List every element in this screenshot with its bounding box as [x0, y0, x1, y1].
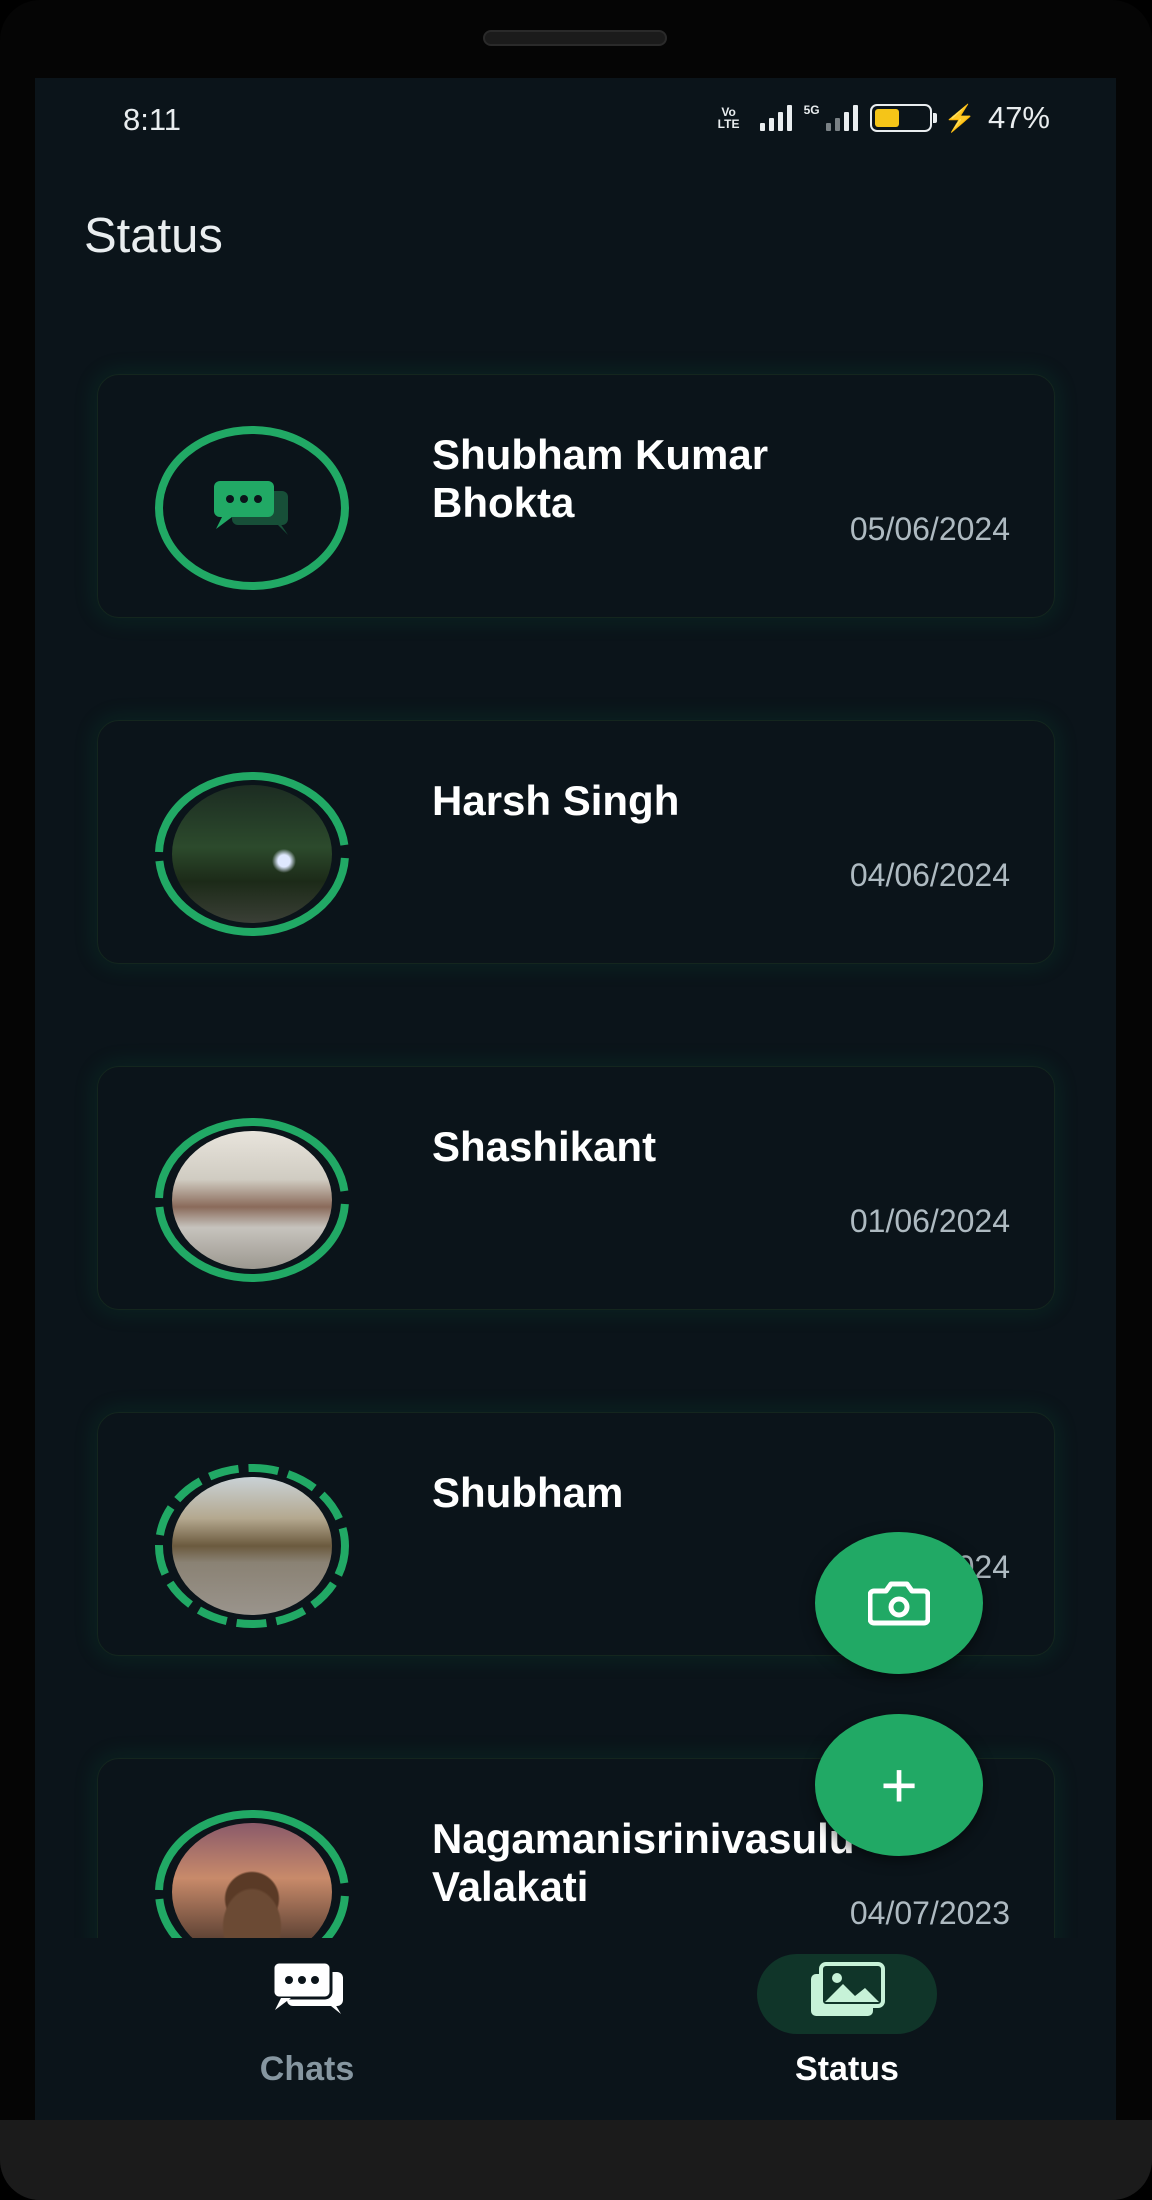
- status-icons: Vo LTE 5G ⚡ 47%: [710, 98, 1050, 138]
- status-thumbnail: [172, 1131, 332, 1269]
- nav-label: Status: [795, 2050, 899, 2088]
- volte-icon: Vo LTE: [717, 105, 740, 131]
- page-title: Status: [84, 209, 223, 263]
- camera-icon: [868, 1581, 930, 1626]
- charging-icon: ⚡: [943, 102, 976, 133]
- chat-bubbles-icon: [214, 481, 288, 535]
- bottom-navigation: Chats Status: [35, 1938, 1116, 2120]
- contact-name: Harsh Singh: [432, 777, 680, 824]
- status-thumbnail: [172, 785, 332, 923]
- status-ring: [154, 1117, 350, 1283]
- add-status-button[interactable]: +: [815, 1714, 983, 1856]
- clock: 8:11: [123, 102, 182, 137]
- camera-button[interactable]: [815, 1532, 983, 1674]
- app-screen: 8:11 Vo LTE 5G ⚡ 47% Status Shubham Kuma…: [35, 78, 1116, 2120]
- earpiece-speaker: [483, 30, 667, 46]
- status-card[interactable]: Shubham Kumar Bhokta 05/06/2024: [97, 374, 1055, 618]
- status-thumbnail: [172, 1477, 332, 1615]
- status-date: 04/07/2023: [849, 1895, 1010, 1931]
- contact-name: Shubham Kumar Bhokta: [432, 431, 769, 526]
- nav-item-chats[interactable]: Chats: [187, 1938, 427, 2120]
- contact-name: Shashikant: [432, 1123, 657, 1170]
- plus-icon: +: [880, 1749, 918, 1821]
- status-ring: [154, 425, 350, 591]
- battery-icon: [869, 104, 937, 132]
- battery-percent: 47%: [987, 100, 1050, 135]
- signal-strength-5g-icon: [825, 105, 858, 131]
- chat-bubbles-icon: [271, 1960, 343, 2014]
- phone-frame: 8:11 Vo LTE 5G ⚡ 47% Status Shubham Kuma…: [0, 0, 1152, 2200]
- status-date: 01/06/2024: [849, 1203, 1010, 1239]
- signal-strength-icon: [759, 105, 792, 131]
- nav-item-status[interactable]: Status: [727, 1938, 967, 2120]
- system-status-bar: 8:11 Vo LTE 5G ⚡ 47%: [35, 78, 1116, 163]
- contact-name: Nagamanisrinivasulu Valakati: [432, 1815, 855, 1910]
- status-ring: [154, 1463, 350, 1629]
- battery-fill: [874, 109, 900, 127]
- status-ring: [154, 771, 350, 937]
- network-type-label: 5G: [803, 103, 820, 117]
- status-date: 04/06/2024: [849, 857, 1010, 893]
- status-card[interactable]: Harsh Singh 04/06/2024: [97, 720, 1055, 964]
- contact-name: Shubham: [432, 1469, 624, 1516]
- bottom-bezel: [0, 2120, 1152, 2200]
- nav-label: Chats: [259, 2050, 355, 2088]
- gallery-icon: [811, 1962, 885, 2016]
- status-date: 05/06/2024: [849, 511, 1010, 547]
- status-card[interactable]: Shashikant 01/06/2024: [97, 1066, 1055, 1310]
